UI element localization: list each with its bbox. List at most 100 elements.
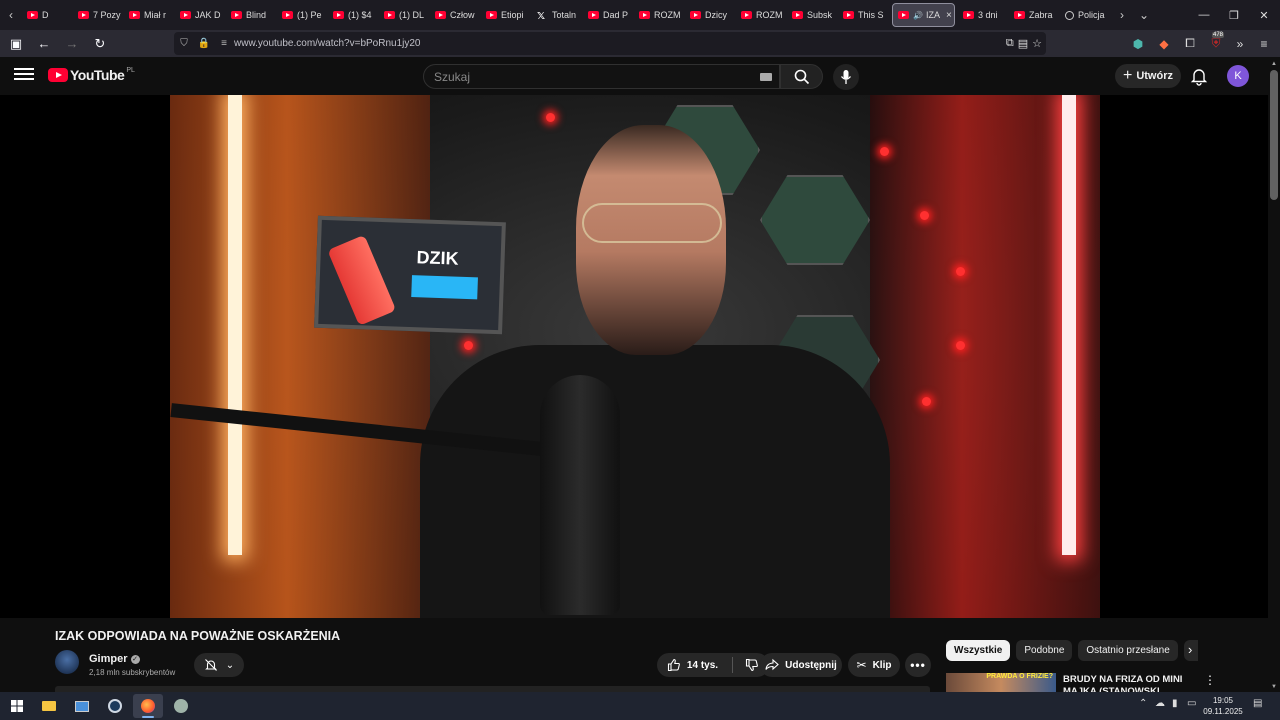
tab-tabs-0[interactable]: D bbox=[22, 0, 73, 30]
chip-recent[interactable]: Ostatnio przesłane bbox=[1078, 640, 1178, 661]
tab-tabs_after-2[interactable]: Policja bbox=[1060, 0, 1111, 30]
firefox-icon[interactable] bbox=[133, 694, 163, 718]
sidebar-toggle-icon[interactable]: ▣ bbox=[4, 32, 28, 56]
clip-button[interactable]: ✂ Klip bbox=[848, 653, 900, 677]
tab-tabs-13[interactable]: Dzicy bbox=[685, 0, 736, 30]
tab-tabs-12[interactable]: ROZM bbox=[634, 0, 685, 30]
ublock-icon[interactable]: ⛨ 478 bbox=[1204, 30, 1228, 57]
windows-start-icon[interactable] bbox=[2, 694, 32, 718]
tab-tabs-4[interactable]: Blind bbox=[226, 0, 277, 30]
url-text[interactable]: www.youtube.com/watch?v=bPoRnu1jy20 bbox=[234, 38, 421, 49]
forward-icon[interactable]: → bbox=[60, 32, 84, 56]
monitor-app-icon[interactable] bbox=[67, 694, 97, 718]
extensions-puzzle-icon[interactable]: ⧠ bbox=[1178, 30, 1202, 57]
share-button[interactable]: Udostępnij bbox=[760, 653, 842, 677]
shield-icon[interactable]: ⛉ bbox=[174, 38, 194, 49]
chevron-down-icon[interactable]: ⌄ bbox=[1133, 8, 1155, 22]
usb-icon[interactable]: ▮ bbox=[1172, 698, 1178, 709]
search-input[interactable] bbox=[424, 65, 724, 88]
tab-tabs-9[interactable]: Etiopi bbox=[481, 0, 532, 30]
minimize-icon[interactable]: — bbox=[1188, 0, 1220, 30]
tab-tabs-5[interactable]: (1) Pe bbox=[277, 0, 328, 30]
recommendation-thumbnail[interactable]: PRAWDA O FRIZIE? bbox=[946, 673, 1056, 692]
clock[interactable]: 19:05 09.11.2025 bbox=[1200, 695, 1246, 717]
tab-tabs-14[interactable]: ROZM bbox=[736, 0, 787, 30]
more-actions-button[interactable]: ••• bbox=[905, 653, 931, 677]
cloud-icon[interactable]: ☁ bbox=[1155, 698, 1165, 709]
notification-center-icon[interactable]: ▤ bbox=[1253, 698, 1262, 709]
scrollbar-thumb[interactable] bbox=[1270, 70, 1278, 200]
youtube-header: YouTube PL + Utwórz K bbox=[0, 57, 1268, 95]
tab-tabs-6[interactable]: (1) $4 bbox=[328, 0, 379, 30]
tray-overflow-icon[interactable]: ⌃ bbox=[1139, 698, 1147, 709]
close-window-icon[interactable]: ✕ bbox=[1248, 0, 1280, 30]
notifications-bell-icon[interactable] bbox=[1189, 66, 1209, 86]
reader-view-icon[interactable]: ▤ bbox=[1018, 37, 1028, 50]
tab-tabs-16[interactable]: This S bbox=[838, 0, 889, 30]
channel-avatar[interactable] bbox=[55, 650, 79, 674]
thumbs-down-icon[interactable] bbox=[745, 658, 759, 672]
voice-search-button[interactable] bbox=[833, 64, 859, 90]
tab-tabs-7[interactable]: (1) DL bbox=[379, 0, 430, 30]
youtube-icon bbox=[384, 11, 395, 19]
tab-tabs-2[interactable]: Miał r bbox=[124, 0, 175, 30]
video-player[interactable]: DZIK bbox=[0, 95, 1268, 618]
scroll-down-icon[interactable]: ▼ bbox=[1271, 684, 1277, 690]
tab-close-icon[interactable]: × bbox=[946, 10, 952, 21]
tab-scroll-left-icon[interactable]: ‹ bbox=[0, 8, 22, 22]
tab-tabs-11[interactable]: Dad P bbox=[583, 0, 634, 30]
tab-tabs-8[interactable]: Człow bbox=[430, 0, 481, 30]
overflow-chevron-icon[interactable]: » bbox=[1228, 30, 1252, 57]
lock-icon[interactable]: 🔒 bbox=[194, 38, 214, 49]
channel-name[interactable]: Gimper bbox=[89, 653, 128, 665]
create-button[interactable]: + Utwórz bbox=[1115, 64, 1181, 88]
permissions-icon[interactable]: ≡ bbox=[214, 38, 234, 49]
app-icon[interactable] bbox=[166, 694, 196, 718]
scroll-up-icon[interactable]: ▲ bbox=[1271, 61, 1277, 67]
tab-label: Subsk bbox=[807, 10, 833, 20]
channel-name-row[interactable]: Gimper ✓ bbox=[89, 653, 140, 665]
tab-scroll-right-icon[interactable]: › bbox=[1111, 8, 1133, 22]
fox-extension-icon[interactable]: ◆ bbox=[1152, 30, 1176, 57]
speaker-icon[interactable]: 🔊 bbox=[913, 11, 923, 20]
file-explorer-icon[interactable] bbox=[34, 694, 64, 718]
menu-icon[interactable]: ≡ bbox=[1252, 30, 1276, 57]
tab-tabs_after-1[interactable]: Zabra bbox=[1009, 0, 1060, 30]
tab-label: Blind bbox=[246, 10, 267, 20]
reload-icon[interactable]: ↻ bbox=[88, 32, 112, 56]
recommendation-title[interactable]: BRUDY NA FRIZA OD MINI MAJKA (STANOWSKI bbox=[1063, 674, 1193, 692]
tab-active[interactable]: 🔊 IZA × bbox=[892, 3, 955, 27]
shield-extension-icon[interactable]: ⬢ bbox=[1126, 30, 1150, 57]
picture-in-picture-icon[interactable]: ⧉ bbox=[1006, 37, 1014, 50]
bookmark-star-icon[interactable]: ☆ bbox=[1032, 37, 1042, 50]
red-light bbox=[546, 113, 555, 122]
youtube-icon bbox=[898, 11, 909, 19]
chip-all[interactable]: Wszystkie bbox=[946, 640, 1011, 661]
search-button[interactable] bbox=[780, 64, 823, 89]
back-icon[interactable]: ← bbox=[32, 32, 56, 56]
restore-icon[interactable]: ❐ bbox=[1218, 0, 1250, 30]
youtube-icon bbox=[486, 11, 497, 19]
chip-related[interactable]: Podobne bbox=[1016, 640, 1073, 661]
subscription-notifications-button[interactable]: ⌄ bbox=[194, 653, 244, 677]
tab-tabs-3[interactable]: JAK D bbox=[175, 0, 226, 30]
share-icon bbox=[765, 658, 779, 671]
steam-icon[interactable] bbox=[100, 694, 130, 718]
avatar[interactable]: K bbox=[1227, 65, 1249, 87]
chevron-right-icon[interactable]: › bbox=[1188, 642, 1192, 657]
keyboard-icon[interactable] bbox=[760, 73, 772, 81]
network-icon[interactable]: ▭ bbox=[1187, 698, 1196, 709]
tab-tabs-15[interactable]: Subsk bbox=[787, 0, 838, 30]
os-taskbar: ⌃ ☁ ▮ ▭ 19:05 09.11.2025 ▤ bbox=[0, 692, 1280, 720]
url-bar[interactable]: ⛉ 🔒 ≡ www.youtube.com/watch?v=bPoRnu1jy2… bbox=[174, 32, 1046, 55]
microphone-icon bbox=[840, 70, 852, 84]
more-vertical-icon[interactable]: ⋮ bbox=[1204, 673, 1216, 687]
tab-label: Miał r bbox=[144, 10, 166, 20]
tab-tabs-10[interactable]: 𝕏 Totaln bbox=[532, 0, 583, 30]
like-button[interactable]: 14 tys. bbox=[667, 658, 718, 672]
hamburger-menu-icon[interactable] bbox=[14, 65, 34, 85]
tab-tabs_after-0[interactable]: 3 dni bbox=[958, 0, 1009, 30]
tab-tabs-1[interactable]: 7 Pozy bbox=[73, 0, 124, 30]
youtube-logo[interactable]: YouTube PL bbox=[48, 67, 135, 83]
video-frame[interactable]: DZIK bbox=[170, 95, 1100, 618]
